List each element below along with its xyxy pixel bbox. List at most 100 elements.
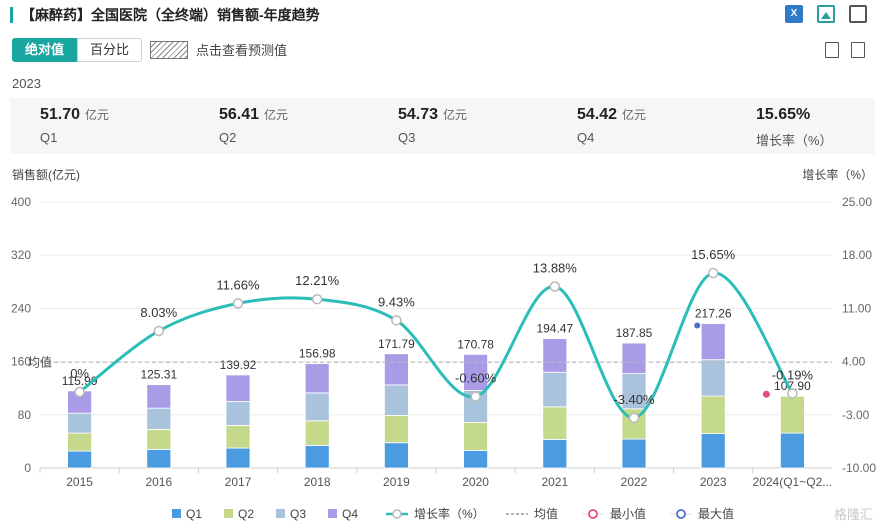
y2-tick-label: 18.00 [842, 248, 872, 262]
y-tick-label: 400 [11, 195, 31, 209]
legend-swatch-q2 [224, 509, 233, 518]
y2-tick-label: 4.00 [842, 355, 866, 369]
min-marker [762, 390, 770, 398]
bar-q4 [304, 363, 330, 394]
x-tick-label: 2019 [383, 475, 410, 489]
legend-label-max: 最大值 [698, 506, 734, 521]
bar-q3 [304, 392, 330, 422]
growth-label: 11.66% [216, 277, 260, 292]
bar-q1 [146, 448, 172, 469]
bar-q4 [225, 374, 251, 402]
bar-q4 [700, 323, 726, 361]
max-marker [694, 322, 701, 329]
growth-label: -3.40% [613, 392, 655, 407]
growth-point [232, 298, 244, 309]
x-tick-label: 2023 [700, 475, 727, 489]
bar-q1 [463, 449, 489, 469]
y2-tick-label: 25.00 [842, 195, 872, 209]
bar-q2 [225, 425, 251, 449]
legend-label-growth: 增长率（%） [414, 506, 485, 521]
growth-point [153, 325, 165, 337]
x-tick-label: 2018 [304, 475, 331, 489]
total-label: 217.26 [695, 307, 732, 321]
x-tick-label: 2016 [145, 475, 172, 489]
legend-swatch-q4 [328, 509, 337, 518]
bar-q2 [780, 395, 805, 434]
total-label: 171.79 [378, 337, 415, 351]
bar-q4 [146, 384, 172, 409]
y2-tick-label: 11.00 [842, 301, 871, 315]
legend-max-marker [676, 509, 686, 519]
x-tick-label: 2015 [66, 475, 93, 489]
growth-point [74, 386, 85, 398]
y-tick-label: 320 [11, 248, 31, 262]
growth-point [470, 391, 481, 402]
growth-label: 8.03% [140, 305, 177, 320]
legend-label-min: 最小值 [610, 506, 646, 521]
bar-q3 [542, 371, 568, 408]
y-tick-label: 240 [11, 301, 31, 315]
y-tick-label: 80 [18, 408, 32, 422]
x-tick-label: 2024(Q1~Q2... [753, 475, 833, 489]
bar-q3 [225, 401, 251, 426]
legend-label-mean: 均值 [534, 506, 558, 521]
total-label: 156.98 [299, 347, 336, 361]
bar-q2 [146, 429, 172, 450]
growth-label: 9.43% [378, 294, 415, 309]
bar-q1 [225, 447, 251, 469]
growth-point [628, 412, 640, 424]
bar-q2 [542, 406, 568, 440]
total-label: 139.92 [220, 358, 257, 372]
legend-swatch-q1 [172, 509, 181, 518]
growth-label: 0% [70, 366, 89, 381]
total-label: 170.78 [457, 337, 494, 351]
growth-label: 13.88% [533, 261, 578, 276]
legend-label-q2: Q2 [238, 507, 254, 521]
watermark: 格隆汇 [833, 507, 873, 522]
legend-label-q4: Q4 [342, 507, 358, 521]
bar-q1 [621, 438, 647, 469]
growth-point [549, 281, 561, 292]
growth-label: 12.21% [295, 273, 340, 288]
y-tick-label: 0 [24, 461, 31, 475]
bar-q1 [383, 442, 409, 469]
bar-q1 [542, 439, 568, 469]
growth-point [311, 293, 323, 305]
legend-growth-point [392, 509, 402, 519]
y2-tick-label: -3.00 [842, 408, 870, 422]
growth-point [391, 315, 402, 326]
legend-swatch-q3 [276, 509, 285, 518]
growth-point [707, 267, 719, 279]
bar-q2 [463, 422, 489, 451]
bar-q3 [700, 359, 726, 397]
bar-q2 [304, 420, 330, 446]
bar-q1 [67, 450, 92, 469]
x-tick-label: 2020 [462, 475, 489, 489]
bar-q3 [67, 412, 92, 434]
bar-q2 [67, 432, 92, 452]
x-tick-label: 2022 [621, 475, 648, 489]
bar-q3 [146, 407, 172, 430]
growth-line [78, 271, 794, 420]
bar-q1 [304, 444, 330, 469]
bar-q1 [700, 433, 726, 469]
bar-q2 [383, 415, 409, 444]
growth-point [787, 388, 798, 399]
x-tick-label: 2017 [225, 475, 252, 489]
bar-q1 [780, 432, 805, 469]
bar-q2 [700, 395, 726, 435]
chart-canvas: 0 -10.0080 -3.00160 4.00240 11.00320 18.00400… [11, 195, 876, 521]
legend-min-marker [588, 509, 598, 519]
total-label: 125.31 [140, 368, 177, 382]
legend-label-q1: Q1 [186, 507, 202, 521]
growth-label: 15.65% [691, 247, 736, 262]
bar-q4 [621, 342, 647, 374]
bar-q3 [383, 384, 409, 416]
y2-tick-label: -10.00 [842, 461, 876, 475]
total-label: 187.85 [616, 326, 653, 340]
bar-q4 [542, 338, 568, 373]
mean-label: 均值 [28, 354, 52, 369]
legend-label-q3: Q3 [290, 507, 306, 521]
x-tick-label: 2021 [541, 475, 568, 489]
bar-q4 [383, 353, 409, 386]
